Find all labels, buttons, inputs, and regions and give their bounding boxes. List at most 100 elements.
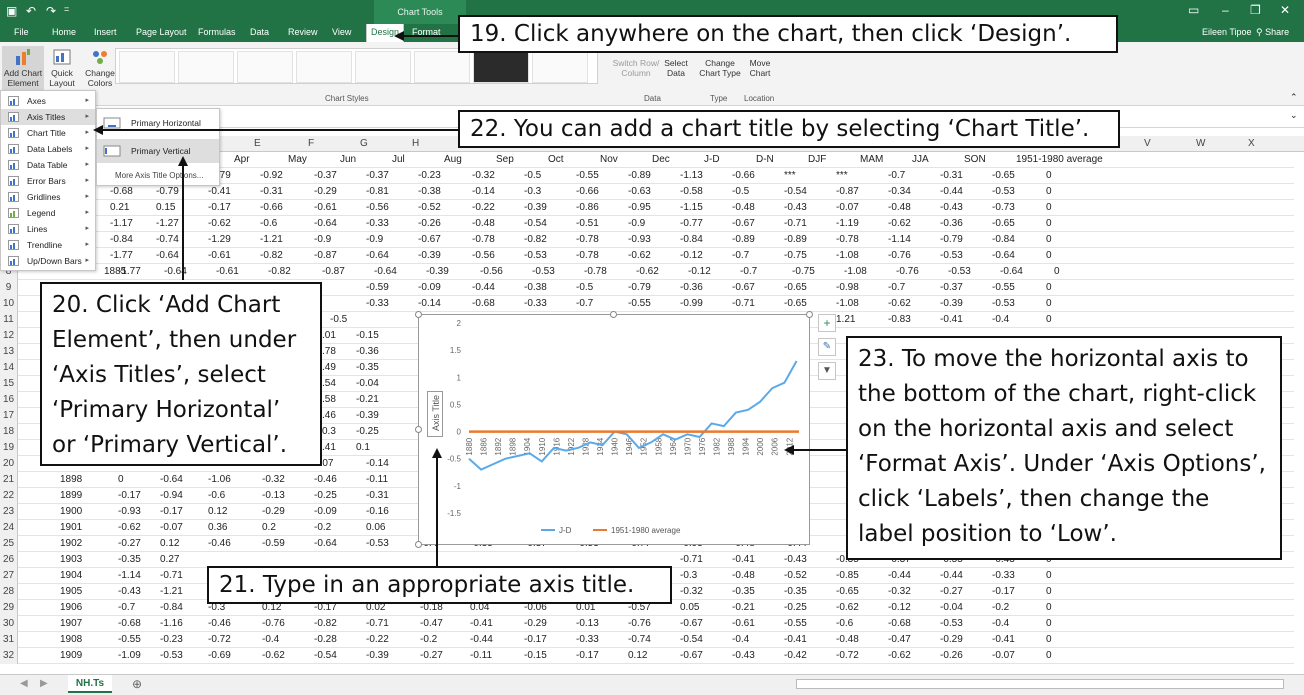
table-cell[interactable]: 1903: [60, 554, 82, 565]
table-cell[interactable]: -0.84: [110, 234, 133, 245]
table-cell[interactable]: -1.16: [160, 618, 183, 629]
table-cell[interactable]: 0.06: [366, 522, 385, 533]
tab-review[interactable]: Review: [288, 27, 318, 37]
table-cell[interactable]: -0.33: [366, 218, 389, 229]
table-cell[interactable]: -0.67: [680, 618, 703, 629]
table-cell[interactable]: -0.89: [784, 234, 807, 245]
chart-style-6[interactable]: [414, 51, 470, 83]
table-cell[interactable]: 0: [1046, 650, 1052, 661]
table-cell[interactable]: -0.39: [366, 650, 389, 661]
table-cell[interactable]: -0.33: [992, 570, 1015, 581]
table-cell[interactable]: -0.14: [366, 458, 389, 469]
table-cell[interactable]: -0.33: [366, 298, 389, 309]
table-cell[interactable]: -0.54: [524, 218, 547, 229]
table-cell[interactable]: ***: [784, 170, 796, 181]
table-cell[interactable]: -0.68: [110, 186, 133, 197]
table-cell[interactable]: -0.7: [740, 266, 757, 277]
x-tick-label[interactable]: 1982: [713, 437, 722, 455]
table-cell[interactable]: -0.43: [732, 650, 755, 661]
x-tick-label[interactable]: 1970: [683, 437, 692, 455]
table-cell[interactable]: -0.43: [784, 554, 807, 565]
table-cell[interactable]: -0.78: [584, 266, 607, 277]
table-cell[interactable]: -0.62: [118, 522, 141, 533]
legend-entry[interactable]: 1951-1980 average: [611, 526, 681, 535]
table-cell[interactable]: -0.29: [314, 186, 337, 197]
table-cell[interactable]: -0.3: [524, 186, 541, 197]
chart-resize-handle[interactable]: [415, 426, 422, 433]
table-cell[interactable]: -0.27: [118, 538, 141, 549]
header-cell[interactable]: Oct: [548, 154, 564, 165]
table-cell[interactable]: -0.32: [472, 170, 495, 181]
table-cell[interactable]: -0.72: [208, 634, 231, 645]
chart-style-1[interactable]: [119, 51, 175, 83]
table-cell[interactable]: -0.29: [524, 618, 547, 629]
x-tick-label[interactable]: 1910: [538, 437, 547, 455]
table-cell[interactable]: -0.39: [940, 298, 963, 309]
table-cell[interactable]: -0.73: [992, 202, 1015, 213]
table-cell[interactable]: -0.61: [314, 202, 337, 213]
table-cell[interactable]: -0.37: [940, 282, 963, 293]
row-number[interactable]: 20: [0, 456, 18, 472]
table-cell[interactable]: -0.92: [260, 170, 283, 181]
tab-home[interactable]: Home: [52, 27, 76, 37]
table-cell[interactable]: -0.22: [472, 202, 495, 213]
table-cell[interactable]: -1.13: [680, 170, 703, 181]
table-cell[interactable]: -0.43: [940, 202, 963, 213]
table-cell[interactable]: 0: [1046, 618, 1052, 629]
x-tick-label[interactable]: 1922: [567, 437, 576, 455]
primary-horizontal-option[interactable]: Primary Horizontal: [97, 111, 219, 135]
table-cell[interactable]: -0.65: [992, 170, 1015, 181]
table-cell[interactable]: -0.64: [992, 250, 1015, 261]
table-cell[interactable]: -0.71: [366, 618, 389, 629]
table-cell[interactable]: 1899: [60, 490, 82, 501]
table-cell[interactable]: -0.53: [524, 250, 547, 261]
table-cell[interactable]: -0.07: [836, 202, 859, 213]
row-number[interactable]: 12: [0, 328, 18, 344]
table-cell[interactable]: -0.82: [260, 250, 283, 261]
table-cell[interactable]: -0.4: [992, 618, 1009, 629]
row-number[interactable]: 24: [0, 520, 18, 536]
table-cell[interactable]: -0.64: [314, 218, 337, 229]
table-cell[interactable]: -0.11: [470, 650, 492, 661]
row-number[interactable]: 29: [0, 600, 18, 616]
table-cell[interactable]: 0: [1046, 634, 1052, 645]
table-cell[interactable]: 0: [1046, 202, 1052, 213]
table-cell[interactable]: -0.17: [160, 506, 183, 517]
table-cell[interactable]: -0.84: [992, 234, 1015, 245]
table-cell[interactable]: -0.44: [940, 570, 963, 581]
table-cell[interactable]: -0.95: [628, 202, 651, 213]
table-cell[interactable]: -0.21: [732, 602, 755, 613]
tab-insert[interactable]: Insert: [94, 27, 117, 37]
table-cell[interactable]: -0.64: [314, 538, 337, 549]
horizontal-scrollbar[interactable]: [796, 679, 1284, 689]
select-data-button[interactable]: Select Data: [662, 58, 690, 78]
table-cell[interactable]: -0.4: [732, 634, 749, 645]
table-cell[interactable]: -0.53: [948, 266, 971, 277]
table-cell[interactable]: -0.17: [524, 634, 547, 645]
menu-item-lines[interactable]: Lines ▸: [1, 221, 95, 237]
table-cell[interactable]: -0.16: [366, 506, 389, 517]
table-cell[interactable]: -1.08: [836, 298, 859, 309]
chart-style-3[interactable]: [237, 51, 293, 83]
sheet-tab[interactable]: NH.Ts: [68, 675, 112, 693]
table-cell[interactable]: 0.12: [628, 650, 647, 661]
table-cell[interactable]: -0.33: [576, 634, 599, 645]
table-cell[interactable]: -0.5: [576, 282, 593, 293]
row-number[interactable]: 27: [0, 568, 18, 584]
table-cell[interactable]: -1.15: [680, 202, 703, 213]
table-cell[interactable]: -0.35: [732, 586, 755, 597]
add-chart-element-button[interactable]: Add Chart Element: [2, 46, 44, 92]
x-tick-label[interactable]: 1988: [727, 437, 736, 455]
table-cell[interactable]: -0.41: [784, 634, 807, 645]
row-number[interactable]: 17: [0, 408, 18, 424]
chart-resize-handle[interactable]: [806, 311, 813, 318]
table-cell[interactable]: -0.62: [628, 250, 651, 261]
tab-format[interactable]: Format: [412, 27, 441, 37]
table-cell[interactable]: -0.94: [160, 490, 183, 501]
table-cell[interactable]: -1.21: [160, 586, 183, 597]
table-cell[interactable]: 1908: [60, 634, 82, 645]
table-cell[interactable]: .01: [322, 330, 336, 341]
table-cell[interactable]: -0.14: [418, 298, 441, 309]
more-axis-title-options[interactable]: More Axis Title Options...: [115, 171, 203, 180]
table-cell[interactable]: -0.71: [784, 218, 807, 229]
